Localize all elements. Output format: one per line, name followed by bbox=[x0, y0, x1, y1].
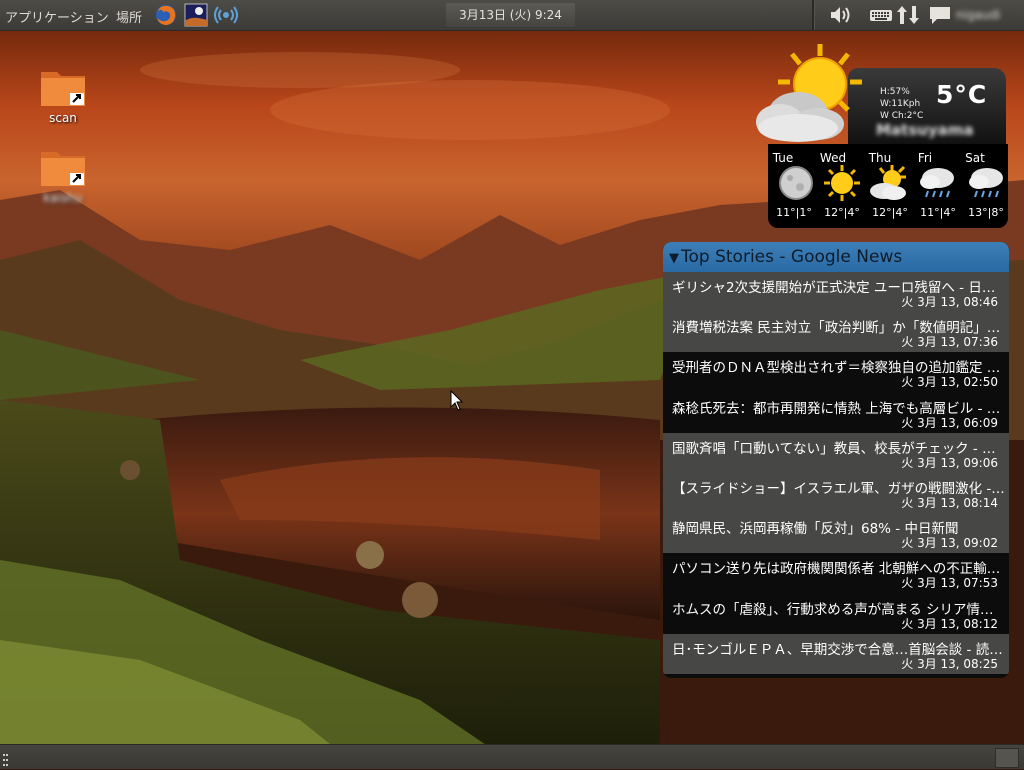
news-time: 火 3月 13, 09:02 bbox=[901, 536, 998, 551]
weather-city: Matsuyama bbox=[876, 121, 974, 139]
news-item[interactable]: ギリシャ2次支援開始が正式決定 ユーロ残留へ - 日本経済新聞 火 3月 13,… bbox=[663, 272, 1009, 313]
top-panel: アプリケーション 場所 3月13日 (火) 9:24 nigaudi bbox=[0, 0, 1024, 31]
news-item[interactable]: 森稔氏死去：都市再開発に情熱 上海でも高層ビル - 毎日新聞 火 3月 13, … bbox=[663, 393, 1009, 433]
weather-wind: W:11Kph bbox=[880, 99, 921, 109]
news-item[interactable]: ホムスの「虐殺」、行動求める声が高まる シリア情勢 - CNN 火 3月 13,… bbox=[663, 594, 1009, 634]
show-desktop-icon[interactable] bbox=[3, 751, 9, 766]
weather-widget[interactable]: H:57% W:11Kph W Ch:2°C 5°C Matsuyama Tue… bbox=[748, 42, 1010, 228]
keyboard-icon[interactable] bbox=[869, 4, 893, 26]
folder-link-icon bbox=[39, 66, 87, 110]
forecast-day: Sat bbox=[965, 151, 985, 165]
folder-link-icon bbox=[39, 146, 87, 190]
news-item[interactable]: 静岡県民、浜岡再稼働「反対」68% - 中日新聞 火 3月 13, 09:02 bbox=[663, 513, 1009, 554]
forecast-day: Fri bbox=[917, 151, 933, 165]
rain-cloud-icon bbox=[967, 165, 1007, 201]
news-header[interactable]: ▼ Top Stories - Google News bbox=[663, 242, 1009, 272]
desktop-icon-label: scan bbox=[49, 111, 77, 125]
user-name[interactable]: nigaudi bbox=[956, 8, 1000, 22]
news-widget: ▼ Top Stories - Google News ギリシャ2次支援開始が正式… bbox=[663, 242, 1009, 678]
forecast-day: Thu bbox=[868, 151, 892, 165]
news-time: 火 3月 13, 08:12 bbox=[901, 616, 998, 631]
news-item[interactable]: 受刑者のＤＮＡ型検出されず＝検察独自の追加鑑定 - 時事通信 火 3月 13, … bbox=[663, 352, 1009, 392]
weather-humidity: H:57% bbox=[880, 87, 910, 97]
places-menu[interactable]: 場所 bbox=[116, 7, 142, 26]
forecast-temps: 13°|8° bbox=[968, 206, 1004, 219]
network-transfer-icon[interactable] bbox=[896, 4, 920, 26]
news-time: 火 3月 13, 08:14 bbox=[901, 495, 998, 510]
trash-icon[interactable] bbox=[995, 748, 1019, 768]
firefox-icon[interactable] bbox=[154, 3, 178, 27]
partly-cloudy-icon bbox=[748, 42, 872, 146]
news-time: 火 3月 13, 02:50 bbox=[901, 375, 998, 390]
news-time: 火 3月 13, 07:36 bbox=[901, 335, 998, 350]
news-time: 火 3月 13, 08:25 bbox=[901, 656, 998, 671]
bottom-panel bbox=[0, 744, 1024, 769]
news-item[interactable]: 【スライドショー】イスラエル軍、ガザの戦闘激化 - WSJ日本版 火 3月 13… bbox=[663, 472, 1009, 514]
news-item[interactable]: 日･モンゴルＥＰＡ、早期交渉で合意…首脳会談 - 読売新聞 火 3月 13, 0… bbox=[663, 633, 1009, 674]
collapse-triangle-icon[interactable]: ▼ bbox=[669, 251, 679, 266]
news-time: 火 3月 13, 08:46 bbox=[901, 295, 998, 309]
news-item[interactable]: 消費増税法案 民主対立「政治判断」か「数値明記」か - 産経ニュース 火 3月 … bbox=[663, 312, 1009, 353]
news-time: 火 3月 13, 06:09 bbox=[901, 415, 998, 430]
stellarium-icon[interactable] bbox=[184, 3, 208, 27]
weather-stats: H:57% W:11Kph W Ch:2°C bbox=[880, 86, 923, 122]
forecast-day: Tue bbox=[772, 151, 794, 165]
volume-icon[interactable] bbox=[829, 4, 853, 26]
network-broadcast-icon[interactable] bbox=[214, 3, 238, 27]
forecast-temps: 12°|4° bbox=[824, 206, 860, 219]
partly-sunny-icon bbox=[868, 165, 908, 201]
news-item[interactable]: 国歌斉唱「口動いてない」教員、校長がチェック - 読売新聞 火 3月 13, 0… bbox=[663, 432, 1009, 473]
tray-separator bbox=[812, 0, 815, 30]
forecast-temps: 11°|4° bbox=[920, 206, 956, 219]
messaging-icon[interactable] bbox=[928, 4, 952, 26]
desktop-icon-label: kaishu bbox=[43, 191, 83, 205]
desktop-icon-scan[interactable]: scan bbox=[23, 66, 103, 125]
news-item[interactable]: パソコン送り先は政府機関関係者 北朝鮮への不正輸出 - 朝日新聞 火 3月 13… bbox=[663, 553, 1009, 593]
weather-temperature: 5°C bbox=[936, 80, 988, 109]
moon-icon bbox=[776, 165, 816, 201]
desktop-icon-folder[interactable]: kaishu bbox=[23, 146, 103, 205]
forecast-day: Wed bbox=[819, 151, 847, 165]
mouse-cursor-icon bbox=[450, 389, 464, 412]
rain-cloud-icon bbox=[918, 165, 958, 201]
news-title: Top Stories - Google News bbox=[681, 247, 903, 267]
news-time: 火 3月 13, 09:06 bbox=[901, 455, 998, 470]
news-time: 火 3月 13, 07:53 bbox=[901, 576, 998, 591]
forecast-temps: 11°|1° bbox=[776, 206, 812, 219]
sunny-icon bbox=[822, 165, 862, 201]
applications-menu[interactable]: アプリケーション bbox=[5, 7, 109, 26]
forecast-temps: 12°|4° bbox=[872, 206, 908, 219]
clock[interactable]: 3月13日 (火) 9:24 bbox=[446, 3, 575, 27]
